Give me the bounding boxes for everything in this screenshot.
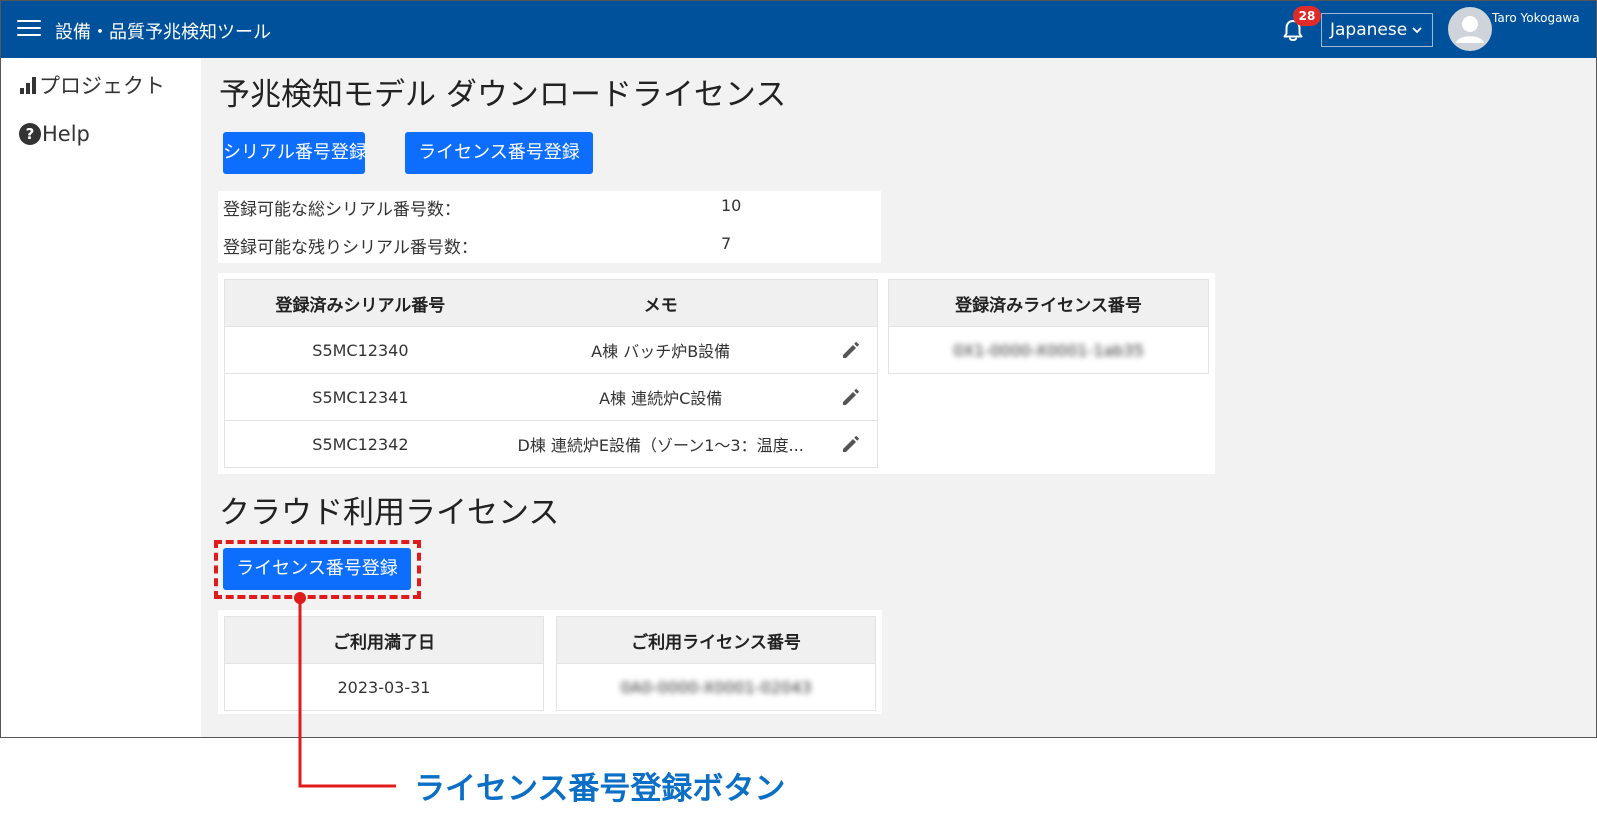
- table-row: 2023-03-31: [224, 663, 544, 711]
- license-number-cell: 0X1-0000-X0001-1ab35: [888, 326, 1209, 374]
- cloud-license-panel: ご利用満了日 2023-03-31 ご利用ライセンス番号 0A0-0000-X0…: [218, 610, 882, 714]
- remaining-serial-count-label: 登録可能な残りシリアル番号数：: [223, 238, 478, 258]
- expiry-date-cell: 2023-03-31: [224, 663, 544, 711]
- user-avatar-icon: [1456, 16, 1484, 43]
- hamburger-menu-icon[interactable]: [17, 20, 41, 38]
- remaining-serial-count-value: 7: [721, 234, 732, 253]
- help-circle-icon: ?: [19, 123, 41, 145]
- cloud-license-title: クラウド利用ライセンス: [219, 495, 560, 531]
- sidebar-item-label: Help: [42, 122, 90, 146]
- memo-cell: A棟 バッチ炉B設備: [495, 326, 826, 374]
- edit-cell: [825, 373, 878, 421]
- edit-cell: [825, 326, 878, 374]
- register-serial-button[interactable]: シリアル番号登録: [223, 132, 367, 174]
- table-row: S5MC12340 A棟 バッチ炉B設備: [224, 326, 878, 374]
- page-title: 予兆検知モデル ダウンロードライセンス: [219, 77, 787, 113]
- user-name: Taro Yokogawa: [1492, 11, 1580, 25]
- language-select-value: Japanese: [1330, 20, 1408, 40]
- notification-count-badge: 28: [1293, 6, 1321, 26]
- table-row: S5MC12341 A棟 連続炉C設備: [224, 373, 878, 421]
- table-row: S5MC12342 D棟 連続炉E設備（ゾーン1～3：温度...: [224, 420, 878, 468]
- cloud-license-column-header: ご利用ライセンス番号: [556, 616, 876, 664]
- edit-column-header: [825, 279, 878, 327]
- license-column-header: 登録済みライセンス番号: [888, 279, 1209, 327]
- table-row: 0X1-0000-X0001-1ab35: [888, 326, 1209, 374]
- serial-table: 登録済みシリアル番号 メモ S5MC12340 A棟 バッチ炉B設備 S5MC1…: [224, 279, 878, 468]
- sidebar: プロジェクト ? Help: [1, 58, 201, 737]
- sidebar-item-label: プロジェクト: [39, 74, 165, 98]
- total-serial-count-label: 登録可能な総シリアル番号数：: [223, 200, 461, 220]
- pencil-edit-icon[interactable]: [840, 339, 862, 361]
- chevron-down-icon: [1412, 27, 1422, 34]
- expiry-table: ご利用満了日 2023-03-31: [224, 616, 544, 711]
- register-license-button[interactable]: ライセンス番号登録: [405, 132, 593, 174]
- user-avatar[interactable]: [1448, 7, 1492, 51]
- pencil-edit-icon[interactable]: [840, 386, 862, 408]
- callout-label: ライセンス番号登録ボタン: [414, 771, 786, 807]
- app-window: 設備・品質予兆検知ツール 28 Japanese Taro Yokogawa プ…: [0, 0, 1597, 738]
- serial-column-header: 登録済みシリアル番号: [224, 279, 496, 327]
- sidebar-item-help[interactable]: ? Help: [19, 122, 90, 146]
- serial-cell: S5MC12341: [224, 373, 496, 421]
- serial-cell: S5MC12340: [224, 326, 496, 374]
- serial-cell: S5MC12342: [224, 420, 496, 468]
- top-header: 設備・品質予兆検知ツール 28 Japanese Taro Yokogawa: [1, 1, 1596, 58]
- registration-panel: 登録済みシリアル番号 メモ S5MC12340 A棟 バッチ炉B設備 S5MC1…: [218, 273, 1215, 474]
- sidebar-item-projects[interactable]: プロジェクト: [19, 70, 165, 100]
- cloud-register-license-button[interactable]: ライセンス番号登録: [223, 548, 411, 590]
- expiry-column-header: ご利用満了日: [224, 616, 544, 664]
- serial-count-summary: 登録可能な総シリアル番号数： 10 登録可能な残りシリアル番号数： 7: [218, 191, 881, 263]
- memo-cell: D棟 連続炉E設備（ゾーン1～3：温度...: [495, 420, 826, 468]
- memo-column-header: メモ: [495, 279, 826, 327]
- cloud-license-number-cell: 0A0-0000-X0001-02043: [556, 663, 876, 711]
- memo-cell: A棟 連続炉C設備: [495, 373, 826, 421]
- bar-chart-icon: [20, 77, 36, 94]
- edit-cell: [825, 420, 878, 468]
- table-row: 0A0-0000-X0001-02043: [556, 663, 876, 711]
- cloud-license-table: ご利用ライセンス番号 0A0-0000-X0001-02043: [556, 616, 876, 711]
- app-title: 設備・品質予兆検知ツール: [55, 22, 271, 43]
- language-select[interactable]: Japanese: [1321, 13, 1433, 47]
- pencil-edit-icon[interactable]: [840, 433, 862, 455]
- total-serial-count-value: 10: [721, 196, 742, 215]
- license-table: 登録済みライセンス番号 0X1-0000-X0001-1ab35: [888, 279, 1209, 374]
